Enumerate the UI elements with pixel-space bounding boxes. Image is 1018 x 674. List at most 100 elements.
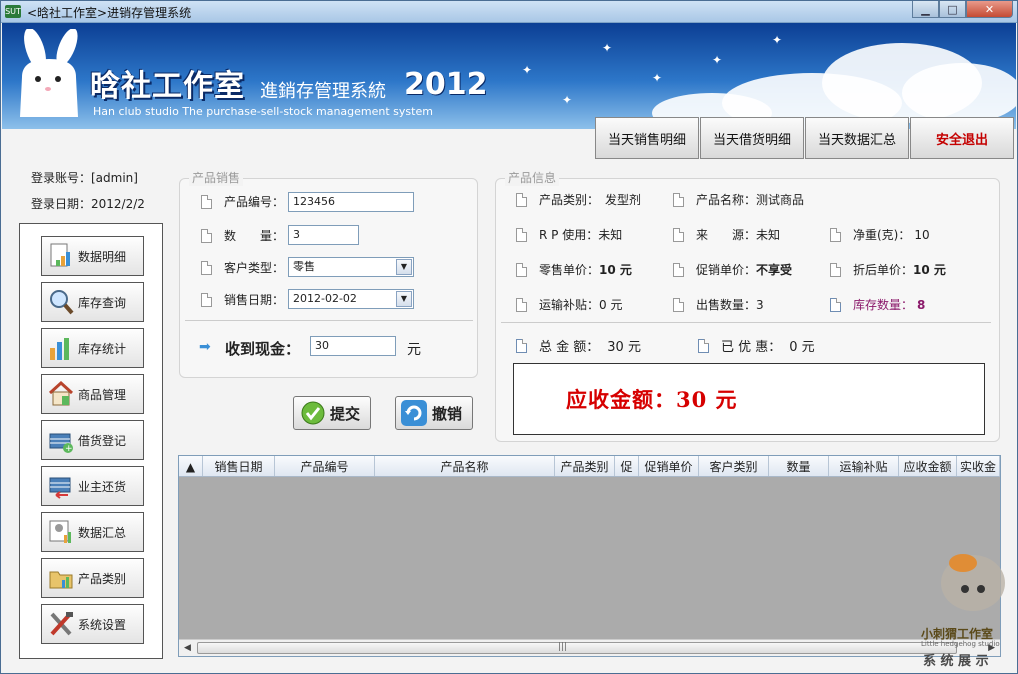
cash-received-input[interactable]: 30 (310, 336, 396, 356)
studio-watermark: 小刺猬工作室 Little hedgehog studio 系 统 展 示 (917, 547, 1017, 671)
document-icon (830, 227, 841, 242)
document-icon (698, 338, 709, 353)
quantity-input[interactable]: 3 (288, 225, 359, 245)
document-icon (201, 260, 212, 275)
cash-unit: 元 (407, 342, 421, 358)
quantity-label: 数 量： (224, 229, 285, 243)
submit-button[interactable]: 提交 (293, 396, 371, 430)
document-icon (516, 297, 527, 312)
document-icon (516, 338, 527, 353)
stock-qty-value: 8 (917, 297, 926, 312)
document-icon (516, 262, 527, 277)
category-value: 发型剂 (605, 193, 642, 207)
today-sales-button[interactable]: 当天销售明细 (595, 117, 699, 159)
sort-icon[interactable]: ▲ (179, 456, 203, 476)
sold-qty-value: 3 (756, 297, 764, 312)
user-chart-icon (48, 518, 74, 546)
app-window: SUT <晗社工作室>进销存管理系统 ▁ □ ✕ ✦ ✦ ✦ ✦ ✦ ✦ 晗社工… (0, 0, 1018, 674)
column-header[interactable]: 应收金额 (899, 456, 957, 476)
product-code-label: 产品编号： (224, 195, 285, 209)
rp-label: R P 使用： (539, 228, 599, 242)
document-icon (673, 227, 684, 242)
sidebar-item-label: 商品管理 (78, 387, 127, 402)
total-amount-value: 30 元 (607, 340, 641, 355)
scroll-thumb[interactable]: ||| (197, 642, 957, 654)
sidebar-item-data-detail[interactable]: 数据明细 (41, 236, 144, 276)
customer-type-label: 客户类型： (224, 261, 285, 275)
today-loans-button[interactable]: 当天借货明细 (700, 117, 804, 159)
chevron-down-icon[interactable]: ▼ (396, 259, 412, 275)
sold-qty-label: 出售数量： (696, 298, 757, 312)
customer-type-value: 零售 (293, 260, 315, 273)
document-icon (516, 192, 527, 207)
retail-price-label: 零售单价： (539, 263, 600, 277)
column-header[interactable]: 产品类别 (555, 456, 615, 476)
document-icon (673, 192, 684, 207)
column-header[interactable]: 促 (615, 456, 639, 476)
safe-exit-button[interactable]: 安全退出 (910, 117, 1014, 159)
sidebar-item-label: 库存统计 (78, 341, 127, 356)
column-header[interactable]: 实收金 (957, 456, 1000, 476)
arrow-right-icon: ➡ (199, 339, 211, 355)
close-button[interactable]: ✕ (966, 1, 1013, 18)
sale-group-title: 产品销售 (189, 169, 244, 186)
column-header[interactable]: 产品名称 (375, 456, 555, 476)
column-header[interactable]: 客户类别 (699, 456, 769, 476)
discount-price-label: 折后单价： (853, 263, 914, 277)
watermark-line3: 系 统 展 示 (923, 654, 989, 669)
sidebar-item-stock-stats[interactable]: 库存统计 (41, 328, 144, 368)
login-account: 登录账号：[admin] (31, 171, 138, 185)
document-icon (673, 262, 684, 277)
product-name-label: 产品名称： (696, 193, 757, 207)
shipping-subsidy-label: 运输补贴： (539, 298, 600, 312)
product-code-input[interactable]: 123456 (288, 192, 414, 212)
weight-label: 净重(克)： (853, 228, 911, 242)
promo-price-label: 促销单价： (696, 263, 757, 277)
sidebar-item-product-category[interactable]: 产品类别 (41, 558, 144, 598)
sales-grid[interactable]: ▲ 销售日期 产品编号 产品名称 产品类别 促 促销单价 客户类别 数量 运输补… (178, 455, 1001, 657)
sidebar-item-data-summary[interactable]: 数据汇总 (41, 512, 144, 552)
sidebar-item-label: 业主还货 (78, 479, 127, 494)
amount-due-panel: 应收金额：30 元 (513, 363, 985, 435)
maximize-button[interactable]: □ (939, 1, 966, 18)
column-header[interactable]: 销售日期 (203, 456, 275, 476)
sidebar-item-owner-return[interactable]: 业主还货 (41, 466, 144, 506)
column-header[interactable]: 促销单价 (639, 456, 699, 476)
source-value: 未知 (756, 228, 781, 242)
sidebar-item-label: 数据明细 (78, 249, 127, 264)
scroll-left-icon[interactable]: ◀ (184, 643, 191, 653)
sidebar-item-system-settings[interactable]: 系统设置 (41, 604, 144, 644)
sidebar-item-product-manage[interactable]: 商品管理 (41, 374, 144, 414)
divider (501, 322, 991, 323)
document-icon (830, 297, 841, 312)
discount-given-value: 0 元 (789, 340, 815, 355)
document-icon (201, 194, 212, 209)
watermark-line2: Little hedgehog studio (921, 640, 1000, 648)
retail-price-value: 10 元 (599, 263, 632, 277)
document-icon (830, 262, 841, 277)
customer-type-select[interactable]: 零售 ▼ (288, 257, 414, 277)
column-header[interactable]: 产品编号 (275, 456, 375, 476)
divider (185, 320, 473, 321)
discount-given-label: 已 优 惠： (721, 340, 782, 355)
today-summary-button[interactable]: 当天数据汇总 (805, 117, 909, 159)
cash-received-label: 收到现金： (225, 340, 301, 358)
minimize-button[interactable]: ▁ (912, 1, 939, 18)
sidebar-item-stock-query[interactable]: 库存查询 (41, 282, 144, 322)
sale-date-picker[interactable]: 2012-02-02 ▼ (288, 289, 414, 309)
horizontal-scrollbar[interactable]: ◀ ||| ▶ (179, 639, 1000, 656)
column-header[interactable]: 数量 (769, 456, 829, 476)
sale-date-label: 销售日期： (224, 293, 285, 307)
cancel-button[interactable]: 撤销 (395, 396, 473, 430)
tools-icon (48, 610, 74, 638)
chevron-down-icon[interactable]: ▼ (396, 291, 412, 307)
cancel-label: 撤销 (432, 404, 463, 423)
document-icon (516, 227, 527, 242)
promo-price-value: 不享受 (756, 263, 793, 277)
hedgehog-icon (941, 554, 1005, 611)
column-header[interactable]: 运输补贴 (829, 456, 899, 476)
sidebar-item-label: 库存查询 (78, 295, 127, 310)
bunny-logo-icon (20, 29, 78, 117)
logo-english: Han club studio The purchase-sell-stock … (93, 105, 433, 118)
sidebar-item-loan-register[interactable]: + 借货登记 (41, 420, 144, 460)
